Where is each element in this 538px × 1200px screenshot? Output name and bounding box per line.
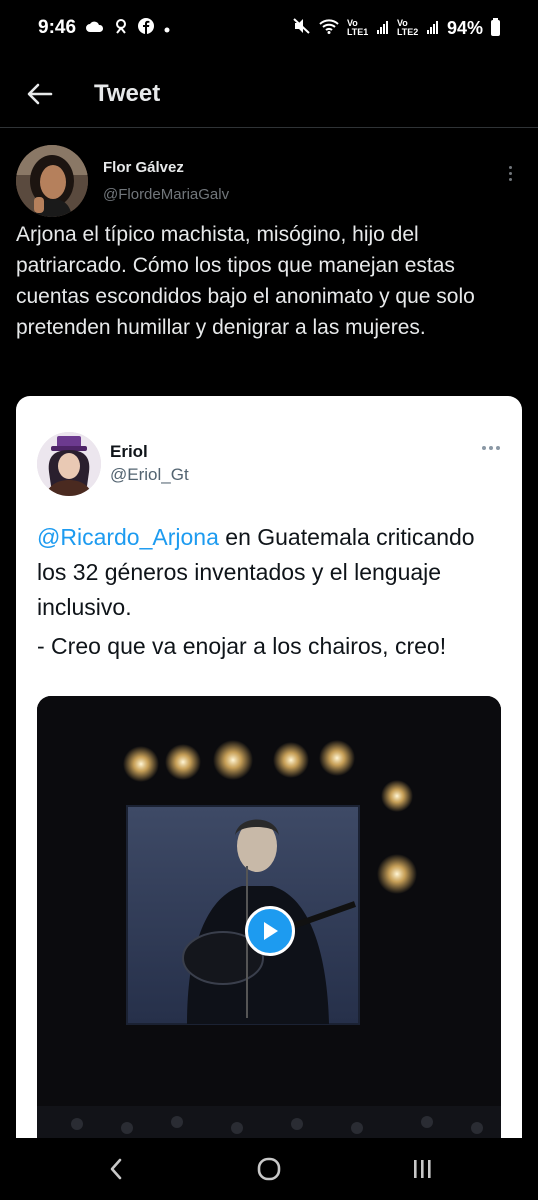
battery-icon xyxy=(491,18,500,36)
battery-percent: 94% xyxy=(446,17,483,38)
play-button[interactable] xyxy=(245,906,295,956)
sim1-label: Vo LTE1 xyxy=(346,18,369,37)
status-bar: 9:46 Vo LTE1 Vo LTE2 94% xyxy=(0,0,538,56)
video-player[interactable] xyxy=(37,696,501,1156)
more-vertical-icon[interactable] xyxy=(498,153,522,193)
signal-icon xyxy=(376,18,389,39)
system-nav-bar xyxy=(0,1138,538,1200)
recents-icon xyxy=(413,1160,431,1178)
quoted-text-line: @Ricardo_Arjona en Guatemala criticando … xyxy=(37,520,507,625)
dot-icon xyxy=(164,20,170,37)
nav-home-button[interactable] xyxy=(244,1144,294,1194)
chevron-left-icon xyxy=(111,1158,122,1180)
mention-link[interactable]: @Ricardo_Arjona xyxy=(37,524,219,550)
tweet-text: Arjona el típico machista, misógino, hij… xyxy=(16,223,475,339)
quoted-author-name[interactable]: Eriol xyxy=(110,442,148,462)
status-right: Vo LTE1 Vo LTE2 94% xyxy=(293,18,500,39)
circle-home-icon xyxy=(257,1157,281,1181)
play-icon xyxy=(264,922,278,940)
quoted-text-second-line: - Creo que va enojar a los chairos, creo… xyxy=(37,633,447,659)
wifi-icon xyxy=(319,18,339,39)
author-name[interactable]: Flor Gálvez xyxy=(103,159,184,176)
sim2-label: Vo LTE2 xyxy=(396,18,419,37)
top-app-bar: Tweet xyxy=(0,60,538,128)
page-title: Tweet xyxy=(94,79,161,107)
notification-app-icon xyxy=(114,18,128,38)
mute-icon xyxy=(293,17,311,39)
quoted-author-handle[interactable]: @Eriol_Gt xyxy=(110,465,189,485)
quoted-tweet-text: @Ricardo_Arjona en Guatemala criticando … xyxy=(37,520,507,664)
arrow-left-icon xyxy=(27,83,53,104)
nav-back-button[interactable] xyxy=(91,1144,141,1194)
quoted-tweet-card[interactable]: Eriol @Eriol_Gt @Ricardo_Arjona en Guate… xyxy=(16,396,522,1156)
nav-recents-button[interactable] xyxy=(397,1144,447,1194)
status-left: 9:46 xyxy=(38,17,170,39)
back-button[interactable] xyxy=(20,74,60,114)
signal-icon-2 xyxy=(426,18,439,39)
author-handle[interactable]: @FlordeMariaGalv xyxy=(103,186,229,203)
status-time: 9:46 xyxy=(38,17,77,38)
quoted-avatar[interactable] xyxy=(37,432,101,496)
avatar[interactable] xyxy=(16,145,88,217)
facebook-icon xyxy=(138,18,155,38)
more-horizontal-icon[interactable] xyxy=(482,446,500,450)
tweet-author-row: Flor Gálvez @FlordeMariaGalv xyxy=(16,145,522,225)
cloud-icon xyxy=(86,20,104,37)
